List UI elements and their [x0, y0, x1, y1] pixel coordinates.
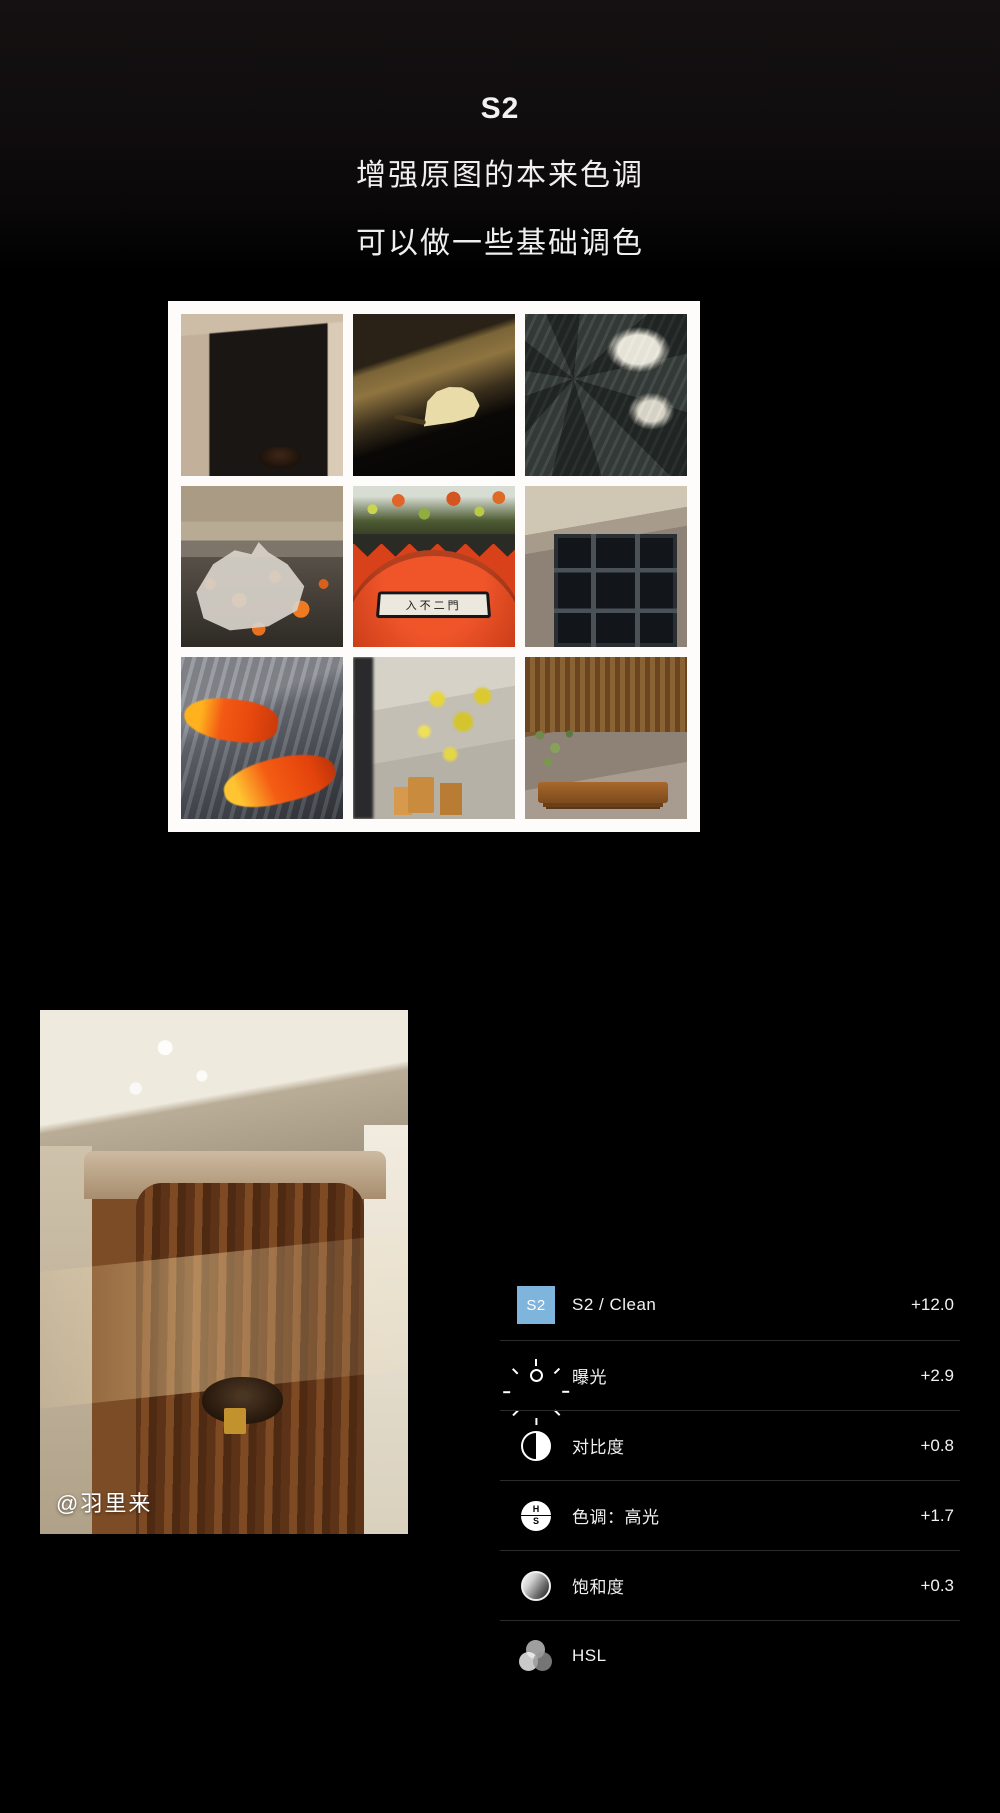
adjustment-label-hsl: HSL: [572, 1645, 607, 1665]
adjustment-label-tone: 色调：高光: [572, 1508, 660, 1527]
grid-photo-wooden-bench[interactable]: [525, 657, 687, 819]
photo-grid: 入不二門: [181, 314, 687, 819]
adjustment-row-exposure[interactable]: 曝光 +2.9: [500, 1340, 960, 1425]
gate-plaque-text: 入不二門: [376, 591, 492, 619]
grid-photo-ginkgo-leaf[interactable]: [353, 314, 515, 476]
hsl-icon: [500, 1639, 572, 1672]
adjustment-value-preset: +12.0: [910, 1295, 954, 1314]
header-subtitle-line1: 增强原图的本来色调: [356, 159, 644, 192]
hero-photo[interactable]: @羽里来: [40, 1010, 408, 1534]
grid-photo-stone-wall[interactable]: [525, 314, 687, 476]
grid-photo-crane-carving[interactable]: [181, 485, 343, 648]
tone-hs-icon: H S: [500, 1500, 572, 1531]
page-title: S2: [480, 92, 520, 125]
grid-photo-red-arch-gate[interactable]: 入不二門: [353, 485, 515, 648]
contrast-icon: [500, 1430, 572, 1461]
adjustment-label-preset: S2 / Clean: [572, 1295, 657, 1314]
hero-wall-layer: [40, 1010, 408, 1168]
sun-icon: [500, 1358, 572, 1425]
adjustment-row-saturation[interactable]: 饱和度 +0.3: [500, 1550, 960, 1620]
adjustment-value-contrast: +0.8: [920, 1435, 954, 1455]
grid-photo-alley-stools[interactable]: [353, 657, 515, 819]
adjustment-label-exposure: 曝光: [572, 1368, 607, 1387]
adjustment-value-tone: +1.7: [920, 1505, 954, 1525]
adjustment-row-tone[interactable]: H S 色调：高光 +1.7: [500, 1480, 960, 1550]
adjustment-value-exposure: +2.9: [920, 1365, 954, 1385]
hero-padlock: [224, 1408, 247, 1435]
photo-grid-card: 入不二門: [168, 301, 700, 832]
saturation-icon: [500, 1570, 572, 1601]
plant-layer: [528, 715, 587, 781]
header-banner: S2 增强原图的本来色调 可以做一些基础调色: [0, 0, 1000, 272]
adjustment-row-contrast[interactable]: 对比度 +0.8: [500, 1410, 960, 1480]
s2-badge-label: S2: [517, 1286, 555, 1324]
adjustment-row-preset[interactable]: S2 S2 / Clean +12.0: [500, 1270, 960, 1340]
grid-photo-koi-fish[interactable]: [181, 657, 343, 819]
header-subtitle-line2: 可以做一些基础调色: [356, 227, 644, 260]
s2-preset-badge-icon: S2: [500, 1286, 572, 1324]
grid-photo-dark-window[interactable]: [525, 485, 687, 648]
adjustment-label-contrast: 对比度: [572, 1438, 625, 1457]
page-root: S2 增强原图的本来色调 可以做一些基础调色 入不二門 @羽里来 S2 S2 /…: [0, 0, 1000, 1813]
adjustment-value-saturation: +0.3: [920, 1575, 954, 1595]
grid-photo-wooden-door[interactable]: [181, 314, 343, 476]
adjustment-list: S2 S2 / Clean +12.0 曝光 +2.9 对比度 +0.8 H S…: [500, 1270, 960, 1690]
adjustment-label-saturation: 饱和度: [572, 1578, 625, 1597]
watermark: @羽里来: [56, 1491, 153, 1516]
adjustment-row-hsl[interactable]: HSL: [500, 1620, 960, 1690]
